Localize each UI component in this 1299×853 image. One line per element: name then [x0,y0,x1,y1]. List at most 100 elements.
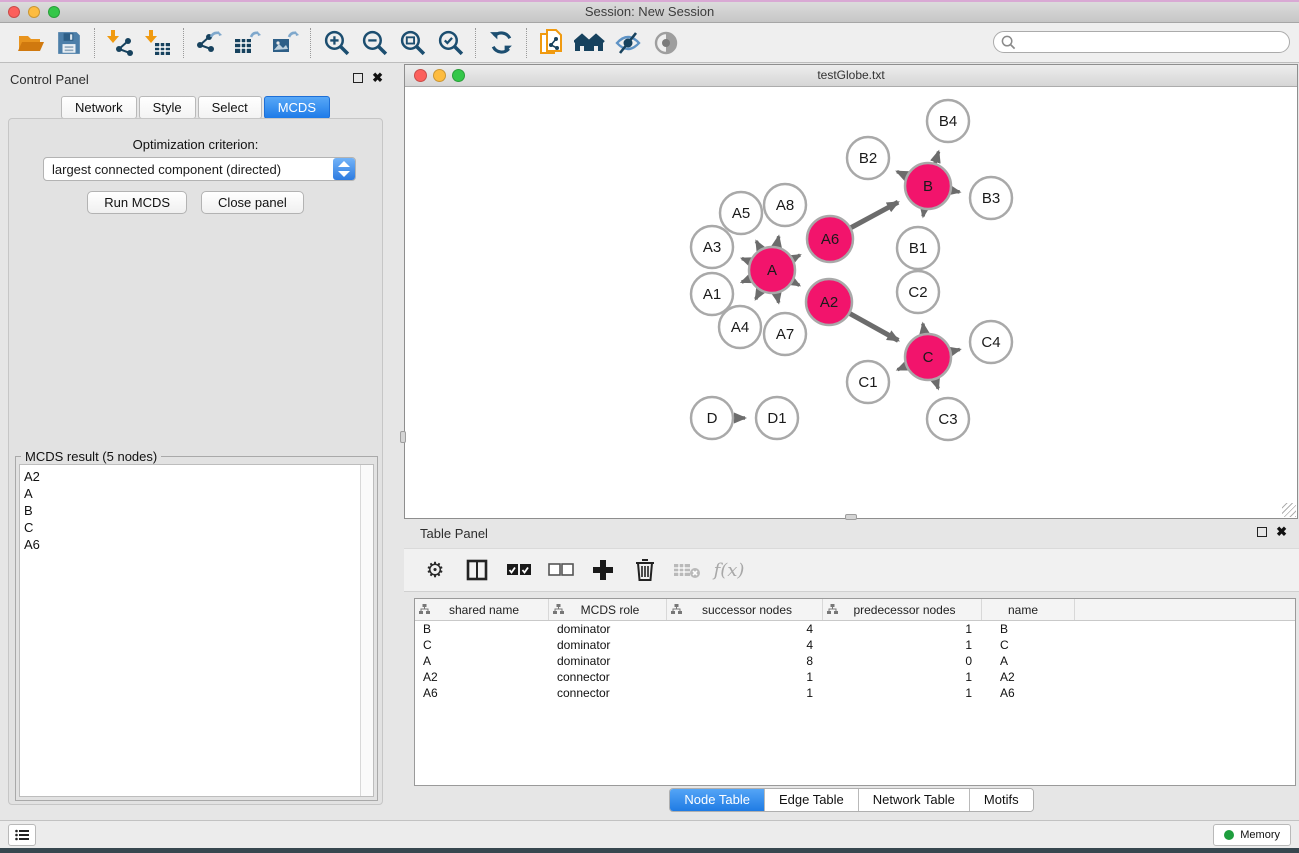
close-window-button[interactable] [8,6,20,18]
copy-style-button[interactable] [533,26,571,60]
show-graphics-button[interactable] [647,26,685,60]
float-table-panel-icon[interactable] [1257,527,1267,537]
table-cell[interactable]: 1 [823,669,982,685]
table-cell[interactable]: 1 [667,685,823,701]
mcds-result-item[interactable]: A6 [24,536,373,553]
table-cell[interactable]: A6 [982,685,1075,701]
table-cell[interactable]: B [415,621,549,637]
mcds-list-scrollbar[interactable] [360,465,373,796]
column-header-successor-nodes[interactable]: successor nodes [667,599,823,620]
window-resize-grip[interactable] [1282,503,1296,517]
graph-node-C3[interactable]: C3 [927,398,969,440]
export-table-button[interactable] [228,26,266,60]
import-table-button[interactable] [139,26,177,60]
table-cell[interactable]: 1 [823,685,982,701]
tab-node-table[interactable]: Node Table [670,789,765,811]
graph-node-D1[interactable]: D1 [756,397,798,439]
mcds-result-item[interactable]: A [24,485,373,502]
close-panel-button[interactable]: Close panel [201,191,304,214]
close-table-panel-icon[interactable]: ✖ [1276,527,1287,537]
network-zoom-button[interactable] [452,69,465,82]
close-panel-icon[interactable]: ✖ [372,73,383,83]
column-header-name[interactable]: name [982,599,1075,620]
table-cell[interactable]: C [982,637,1075,653]
mcds-result-item[interactable]: B [24,502,373,519]
show-columns-button[interactable] [460,553,494,587]
search-input[interactable] [993,31,1290,53]
vertical-splitter-handle[interactable] [845,514,857,520]
select-all-button[interactable] [502,553,536,587]
tab-select[interactable]: Select [198,96,262,119]
graph-node-B1[interactable]: B1 [897,227,939,269]
graph-edge-A2-C[interactable] [847,312,898,340]
network-minimize-button[interactable] [433,69,446,82]
zoom-in-button[interactable] [317,26,355,60]
graph-node-B3[interactable]: B3 [970,177,1012,219]
tab-motifs[interactable]: Motifs [970,789,1033,811]
home-layout-button[interactable] [571,26,609,60]
table-cell[interactable]: 4 [667,637,823,653]
mcds-result-item[interactable]: A2 [24,468,373,485]
table-cell[interactable]: 0 [823,653,982,669]
function-builder-button[interactable]: f(x) [712,553,746,587]
save-session-button[interactable] [50,26,88,60]
run-mcds-button[interactable]: Run MCDS [87,191,187,214]
graph-node-A7[interactable]: A7 [764,313,806,355]
float-panel-icon[interactable] [353,73,363,83]
graph-node-A3[interactable]: A3 [691,226,733,268]
refresh-button[interactable] [482,26,520,60]
table-cell[interactable]: 4 [667,621,823,637]
graph-node-A2[interactable]: A2 [806,279,852,325]
table-cell[interactable]: 1 [667,669,823,685]
table-row[interactable]: Bdominator41B [415,621,1295,637]
table-cell[interactable]: 1 [823,637,982,653]
graph-node-C1[interactable]: C1 [847,361,889,403]
graph-node-A5[interactable]: A5 [720,192,762,234]
export-image-button[interactable] [266,26,304,60]
horizontal-splitter-handle[interactable] [400,431,406,443]
graph-node-C2[interactable]: C2 [897,271,939,313]
tab-network-table[interactable]: Network Table [859,789,970,811]
graph-edge-A6-B[interactable] [848,202,898,229]
tab-style[interactable]: Style [139,96,196,119]
deselect-all-button[interactable] [544,553,578,587]
graph-node-A8[interactable]: A8 [764,184,806,226]
graph-node-A1[interactable]: A1 [691,273,733,315]
memory-button[interactable]: Memory [1213,824,1291,846]
column-header-mcds-role[interactable]: MCDS role [549,599,667,620]
table-cell[interactable]: dominator [549,637,667,653]
zoom-selected-button[interactable] [431,26,469,60]
column-header-shared-name[interactable]: shared name [415,599,549,620]
tab-network[interactable]: Network [61,96,137,119]
add-column-button[interactable] [586,553,620,587]
tab-edge-table[interactable]: Edge Table [765,789,859,811]
mcds-result-item[interactable]: C [24,519,373,536]
network-close-button[interactable] [414,69,427,82]
delete-column-button[interactable] [628,553,662,587]
table-cell[interactable]: 1 [823,621,982,637]
export-network-button[interactable] [190,26,228,60]
table-cell[interactable]: A [982,653,1075,669]
table-row[interactable]: Adominator80A [415,653,1295,669]
graph-node-B[interactable]: B [905,163,951,209]
import-network-button[interactable] [101,26,139,60]
graph-node-C[interactable]: C [905,334,951,380]
delete-table-button[interactable] [670,553,704,587]
open-session-button[interactable] [12,26,50,60]
table-cell[interactable]: dominator [549,621,667,637]
table-row[interactable]: A6connector11A6 [415,685,1295,701]
hide-graphics-button[interactable] [609,26,647,60]
minimize-window-button[interactable] [28,6,40,18]
mcds-result-list[interactable]: A2ABCA6 [19,464,374,797]
task-history-button[interactable] [8,824,36,846]
graph-node-A6[interactable]: A6 [807,216,853,262]
table-cell[interactable]: A2 [415,669,549,685]
table-cell[interactable]: connector [549,685,667,701]
table-cell[interactable]: dominator [549,653,667,669]
table-cell[interactable]: 8 [667,653,823,669]
graph-node-A[interactable]: A [749,247,795,293]
table-cell[interactable]: B [982,621,1075,637]
table-options-button[interactable]: ⚙ [418,553,452,587]
graph-node-D[interactable]: D [691,397,733,439]
column-header-predecessor-nodes[interactable]: predecessor nodes [823,599,982,620]
